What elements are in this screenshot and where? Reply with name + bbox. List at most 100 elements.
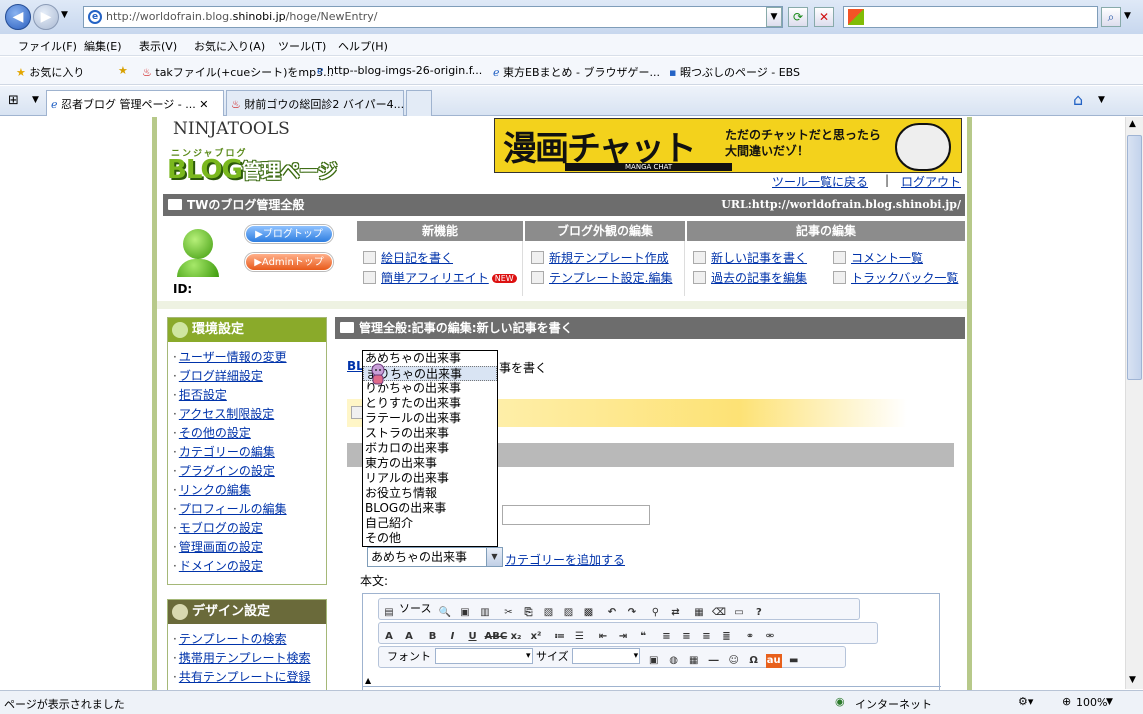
home-dropdown-icon[interactable]: ▼ bbox=[1098, 95, 1105, 105]
collapse-toolbar-icon[interactable]: ▲ bbox=[365, 676, 371, 685]
image-icon[interactable]: ▣ bbox=[646, 654, 662, 668]
category-option[interactable]: ボカロの出来事 bbox=[363, 441, 497, 456]
search-options-icon[interactable]: ▼ bbox=[1124, 11, 1131, 21]
select-all-icon[interactable]: ▦ bbox=[691, 606, 707, 620]
paste-word-icon[interactable]: ▩ bbox=[580, 606, 596, 620]
font-select[interactable] bbox=[434, 648, 533, 664]
category-option[interactable]: とりすたの出来事 bbox=[363, 396, 497, 411]
subscript-icon[interactable]: x₂ bbox=[508, 630, 524, 644]
add-favorite-icon[interactable]: ★ bbox=[118, 64, 128, 77]
domain-settings-link[interactable]: ドメインの設定 bbox=[179, 559, 263, 573]
stop-icon[interactable]: ✕ bbox=[814, 7, 834, 27]
favorite-link-2[interactable]: ℯ http--blog-imgs-26-origin.f... bbox=[317, 64, 482, 77]
menu-edit[interactable]: 編集(E) bbox=[84, 38, 122, 54]
outdent-icon[interactable]: ⇤ bbox=[595, 630, 611, 644]
paste-text-icon[interactable]: ▨ bbox=[560, 606, 576, 620]
favorite-link-1[interactable]: ♨ takファイル(+cueシート)をmp3... bbox=[142, 64, 334, 80]
scroll-thumb[interactable] bbox=[1127, 135, 1142, 380]
align-right-icon[interactable]: ≡ bbox=[699, 630, 715, 644]
align-center-icon[interactable]: ≡ bbox=[679, 630, 695, 644]
favorite-link-4[interactable]: ▪ 暇つぶしのページ - EBS bbox=[669, 64, 800, 80]
blog-detail-link[interactable]: ブログ詳細設定 bbox=[179, 369, 263, 383]
rule-icon[interactable]: ― bbox=[706, 654, 722, 668]
past-articles-link[interactable]: 過去の記事を編集 bbox=[693, 269, 807, 286]
category-select[interactable]: あめちゃの出来事 ▼ bbox=[367, 547, 503, 567]
preview-icon[interactable]: 🔍 bbox=[437, 606, 453, 620]
menu-favorites[interactable]: お気に入り(A) bbox=[194, 38, 265, 54]
bg-color-icon[interactable]: A bbox=[401, 630, 417, 644]
favorite-link-3[interactable]: ℯ 東方EBまとめ - ブラウザゲー... bbox=[493, 64, 660, 80]
category-option[interactable]: 自己紹介 bbox=[363, 516, 497, 531]
shared-template-register-link[interactable]: 共有テンプレートに登録 bbox=[179, 670, 311, 684]
zoom-level[interactable]: 100% bbox=[1076, 696, 1107, 709]
category-option[interactable]: その他 bbox=[363, 531, 497, 546]
smiley-icon[interactable]: ☺ bbox=[726, 654, 742, 668]
source-button[interactable]: ソース bbox=[399, 602, 431, 615]
category-option[interactable]: ストラの出来事 bbox=[363, 426, 497, 441]
box-icon[interactable]: ▭ bbox=[731, 606, 747, 620]
comment-list-link[interactable]: コメント一覧 bbox=[833, 249, 923, 266]
mobile-template-search-link[interactable]: 携帯用テンプレート検索 bbox=[179, 651, 311, 665]
category-option[interactable]: 東方の出来事 bbox=[363, 456, 497, 471]
menu-view[interactable]: 表示(V) bbox=[139, 38, 177, 54]
new-article-link[interactable]: 新しい記事を書く bbox=[693, 249, 807, 266]
new-tab-button[interactable] bbox=[406, 90, 432, 116]
address-dropdown-icon[interactable]: ▼ bbox=[766, 7, 782, 27]
category-edit-link[interactable]: カテゴリーの編集 bbox=[179, 445, 275, 459]
zoom-icon[interactable]: ⊕ bbox=[1062, 695, 1071, 708]
tab-ninja-blog[interactable]: ℯ 忍者ブログ 管理ページ - ... ✕ bbox=[46, 90, 224, 116]
close-icon[interactable]: ✕ bbox=[199, 98, 208, 111]
strike-icon[interactable]: ABC bbox=[485, 630, 508, 644]
scroll-down-icon[interactable]: ▼ bbox=[1129, 675, 1136, 685]
numbered-list-icon[interactable]: ≔ bbox=[552, 630, 568, 644]
vertical-scrollbar[interactable]: ▲ ▼ bbox=[1125, 117, 1143, 689]
ninjatools-logo[interactable]: NINJATOOLS bbox=[173, 119, 290, 139]
template-settings-link[interactable]: テンプレート設定.編集 bbox=[531, 269, 672, 286]
help-icon[interactable]: ? bbox=[751, 606, 767, 620]
menu-tools[interactable]: ツール(T) bbox=[278, 38, 326, 54]
category-option[interactable]: お役立ち情報 bbox=[363, 486, 497, 501]
moblog-settings-link[interactable]: モブログの設定 bbox=[179, 521, 263, 535]
plugin-settings-link[interactable]: プラグインの設定 bbox=[179, 464, 275, 478]
italic-icon[interactable]: I bbox=[445, 630, 461, 644]
tab-zaizen[interactable]: ♨ 財前ゴウの総回診2 バイパー4... bbox=[226, 90, 404, 116]
template-search-link[interactable]: テンプレートの検索 bbox=[179, 632, 287, 646]
profile-edit-link[interactable]: プロフィールの編集 bbox=[179, 502, 287, 516]
add-category-link[interactable]: カテゴリーを追加する bbox=[505, 551, 625, 568]
blog-top-button[interactable]: ▶ブログトップ bbox=[245, 225, 333, 243]
quote-icon[interactable]: ❝ bbox=[635, 630, 651, 644]
align-left-icon[interactable]: ≡ bbox=[659, 630, 675, 644]
paste-icon[interactable]: ▧ bbox=[540, 606, 556, 620]
size-select[interactable] bbox=[572, 648, 641, 664]
easy-affiliate-link[interactable]: 簡単アフィリエイト NEW bbox=[363, 269, 517, 286]
refresh-icon[interactable]: ⟳ bbox=[788, 7, 808, 27]
text-color-icon[interactable]: A bbox=[381, 630, 397, 644]
tab-list-icon[interactable]: ▼ bbox=[32, 95, 39, 105]
other-settings-link[interactable]: その他の設定 bbox=[179, 426, 251, 440]
home-icon[interactable]: ⌂ bbox=[1073, 90, 1083, 109]
zoom-dropdown-icon[interactable]: ▼ bbox=[1106, 697, 1113, 707]
reject-settings-link[interactable]: 拒否設定 bbox=[179, 388, 227, 402]
underline-icon[interactable]: U bbox=[465, 630, 481, 644]
redo-icon[interactable]: ↷ bbox=[624, 606, 640, 620]
bullet-list-icon[interactable]: ☰ bbox=[572, 630, 588, 644]
back-button[interactable]: ◀ bbox=[5, 4, 31, 30]
forward-button[interactable]: ▶ bbox=[33, 4, 59, 30]
history-dropdown-icon[interactable]: ▼ bbox=[61, 10, 68, 20]
manga-chat-banner[interactable]: 漫画チャット ただのチャットだと思ったら 大間違いだゾ！ MANGA CHAT bbox=[494, 118, 962, 173]
cut-icon[interactable]: ✂ bbox=[500, 606, 516, 620]
menu-help[interactable]: ヘルプ(H) bbox=[338, 38, 388, 54]
picture-diary-link[interactable]: 絵日記を書く bbox=[363, 249, 453, 266]
category-option[interactable]: ラテールの出来事 bbox=[363, 411, 497, 426]
user-info-link[interactable]: ユーザー情報の変更 bbox=[179, 350, 287, 364]
quick-tabs-icon[interactable]: ⊞ bbox=[8, 93, 19, 108]
replace-icon[interactable]: ⇄ bbox=[667, 606, 683, 620]
address-bar[interactable]: e http://worldofrain.blog.shinobi.jp/hog… bbox=[83, 6, 783, 28]
search-icon[interactable]: ⌕ bbox=[1101, 7, 1121, 27]
category-option[interactable]: BLOGの出来事 bbox=[363, 501, 497, 516]
favorites-button[interactable]: ★ お気に入り bbox=[16, 64, 84, 80]
find-icon[interactable]: ⚲ bbox=[647, 606, 663, 620]
source-icon[interactable]: ▤ bbox=[381, 606, 397, 620]
undo-icon[interactable]: ↶ bbox=[604, 606, 620, 620]
new-template-link[interactable]: 新規テンプレート作成 bbox=[531, 249, 669, 266]
